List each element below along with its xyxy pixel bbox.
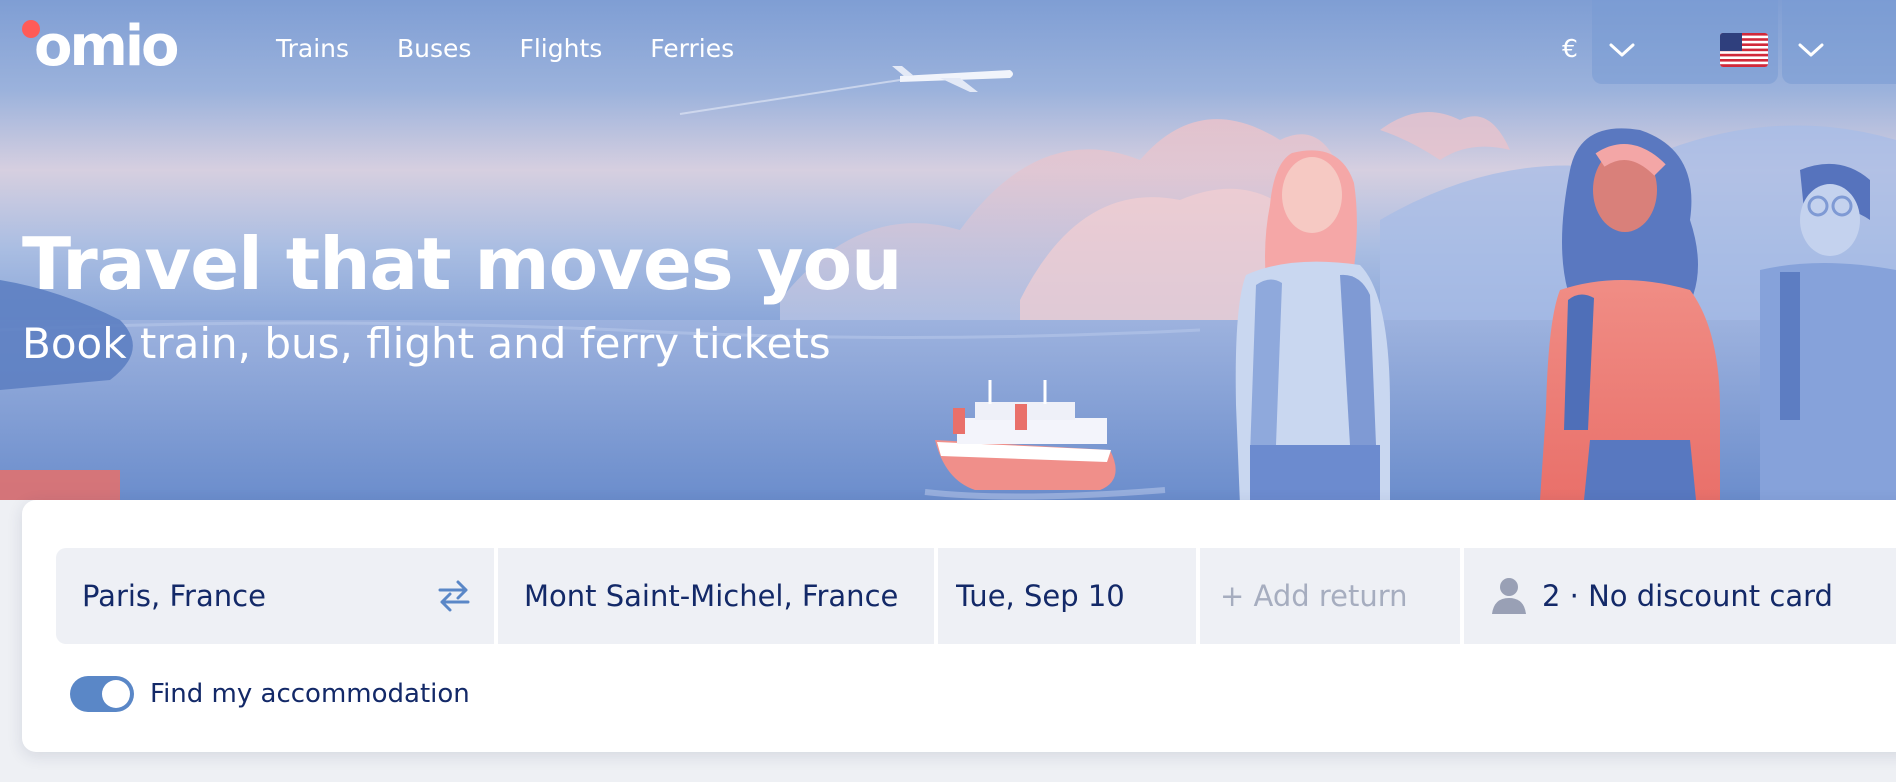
hero-title: Travel that moves you — [22, 222, 902, 306]
passengers-field[interactable]: 2 · No discount card — [1464, 548, 1896, 644]
logo-text: omio — [34, 14, 179, 79]
swap-arrows-icon[interactable] — [434, 576, 474, 616]
accommodation-label[interactable]: Find my accommodation — [150, 676, 470, 712]
nav-ferries[interactable]: Ferries — [650, 31, 734, 67]
hero-banner: omio Trains Buses Flights Ferries € Trav… — [0, 0, 1896, 500]
add-return-field[interactable]: + Add return — [1200, 548, 1460, 644]
omio-logo[interactable]: omio — [20, 14, 220, 79]
person-icon — [1492, 578, 1526, 614]
airplane-icon — [679, 66, 1013, 115]
destination-field[interactable]: Mont Saint-Michel, France — [498, 548, 934, 644]
hero-subtitle: Book train, bus, flight and ferry ticket… — [22, 319, 831, 368]
nav-flights[interactable]: Flights — [519, 31, 602, 67]
add-return-label: + Add return — [1220, 579, 1408, 613]
nav-buses[interactable]: Buses — [397, 31, 471, 67]
departure-field[interactable]: Paris, France — [56, 548, 494, 644]
main-nav: Trains Buses Flights Ferries — [276, 31, 734, 67]
departure-date-value: Tue, Sep 10 — [956, 579, 1125, 613]
passengers-value: 2 · No discount card — [1542, 579, 1833, 613]
chevron-down-icon[interactable] — [1798, 42, 1824, 58]
chevron-down-icon[interactable] — [1609, 42, 1635, 58]
toggle-knob — [102, 680, 130, 708]
departure-date-field[interactable]: Tue, Sep 10 — [938, 548, 1196, 644]
accommodation-toggle[interactable] — [70, 676, 134, 712]
nav-trains[interactable]: Trains — [276, 31, 349, 67]
currency-symbol[interactable]: € — [1562, 31, 1578, 67]
destination-value: Mont Saint-Michel, France — [524, 579, 899, 613]
departure-value: Paris, France — [82, 579, 266, 613]
us-flag-icon[interactable] — [1720, 33, 1768, 67]
